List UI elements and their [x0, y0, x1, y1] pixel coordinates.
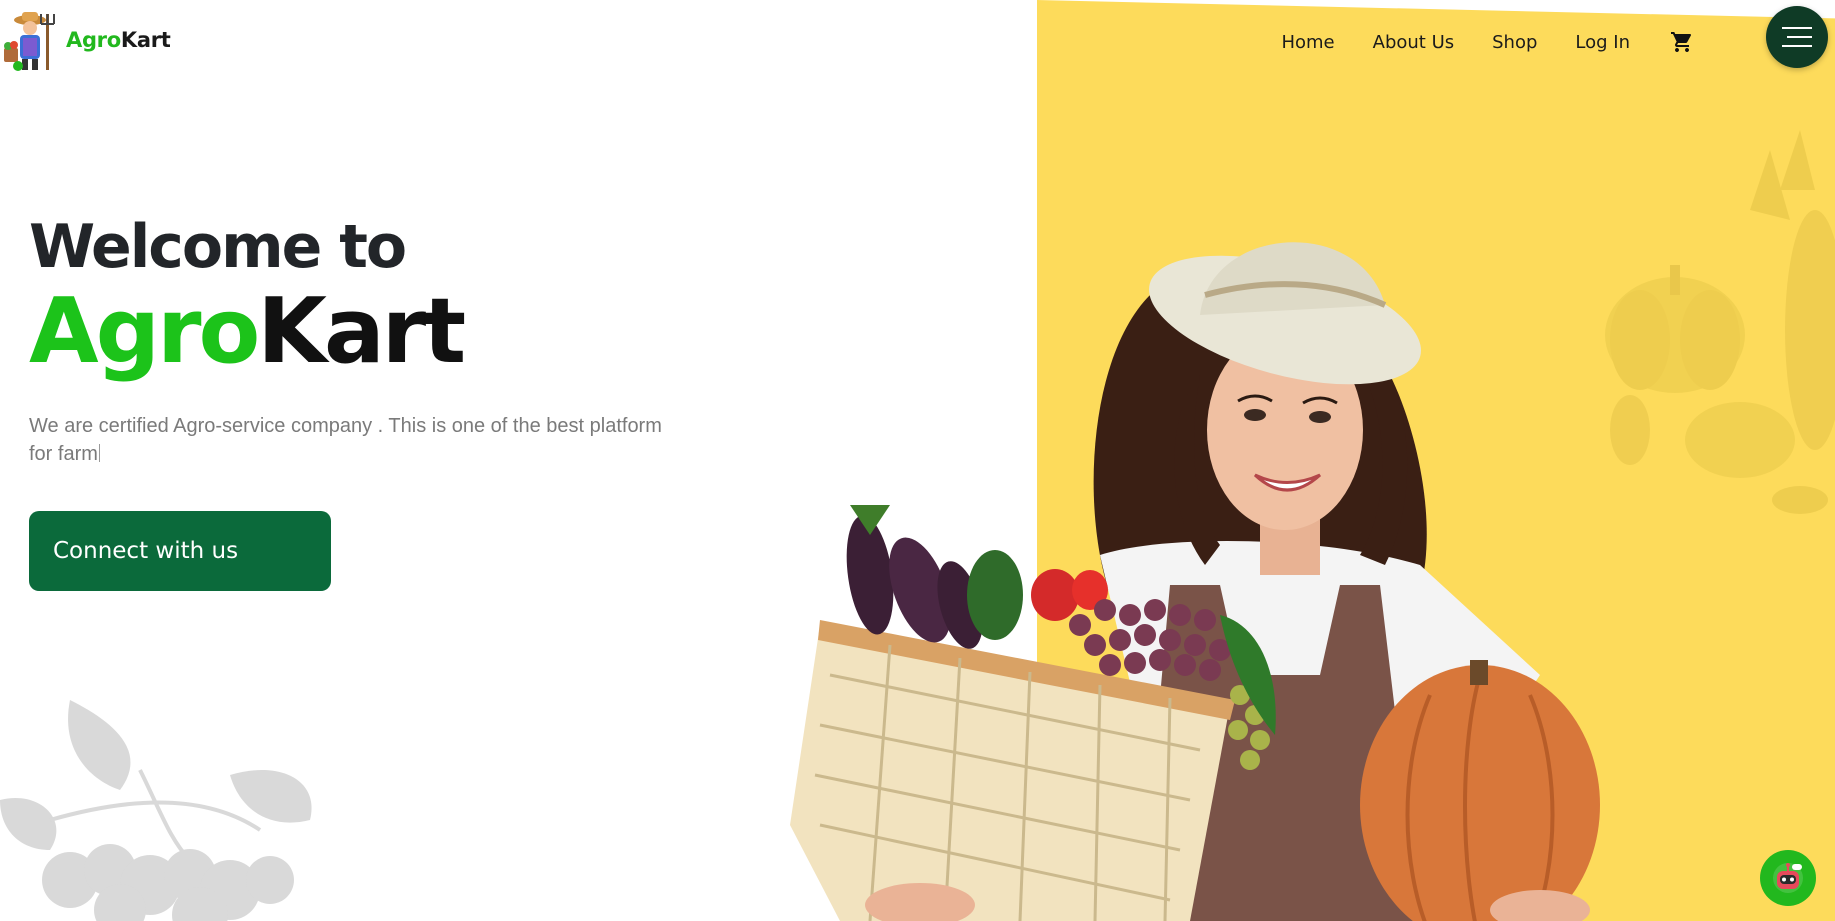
connect-button[interactable]: Connect with us: [29, 511, 331, 591]
chatbot-button[interactable]: [1760, 850, 1816, 906]
main-nav: Home About Us Shop Log In: [1243, 30, 1694, 54]
logo-wordmark: AgroKart: [66, 28, 171, 52]
hero-description: We are certified Agro-service company . …: [29, 412, 679, 468]
logo-text-kart: Kart: [120, 28, 171, 52]
logo-text-agro: Agro: [66, 28, 121, 52]
site-logo[interactable]: AgroKart: [2, 8, 171, 72]
hero-section: Welcome to AgroKart We are certified Agr…: [29, 212, 709, 468]
hamburger-menu-icon: [1782, 27, 1812, 47]
typing-caret: [98, 444, 100, 462]
landing-page: AgroKart Home About Us Shop Log In Welco…: [0, 0, 1835, 921]
nav-about-link[interactable]: About Us: [1373, 32, 1455, 53]
nav-login-link[interactable]: Log In: [1575, 32, 1630, 53]
hero-brand-agro: Agro: [29, 279, 260, 384]
hero-brand-kart: Kart: [257, 279, 466, 384]
nav-home-link[interactable]: Home: [1281, 32, 1334, 53]
menu-button[interactable]: [1766, 6, 1828, 68]
hero-brand-heading: AgroKart: [29, 282, 709, 382]
nav-shop-link[interactable]: Shop: [1492, 32, 1537, 53]
farmer-logo-icon: [4, 12, 55, 71]
cart-icon[interactable]: [1670, 30, 1694, 54]
hero-welcome-heading: Welcome to: [29, 212, 407, 282]
farmer-with-vegetables-image: [790, 242, 1600, 921]
plant-silhouette-image: [0, 700, 312, 921]
robot-icon: [1773, 863, 1803, 893]
hero-description-text: We are certified Agro-service company . …: [29, 415, 662, 465]
